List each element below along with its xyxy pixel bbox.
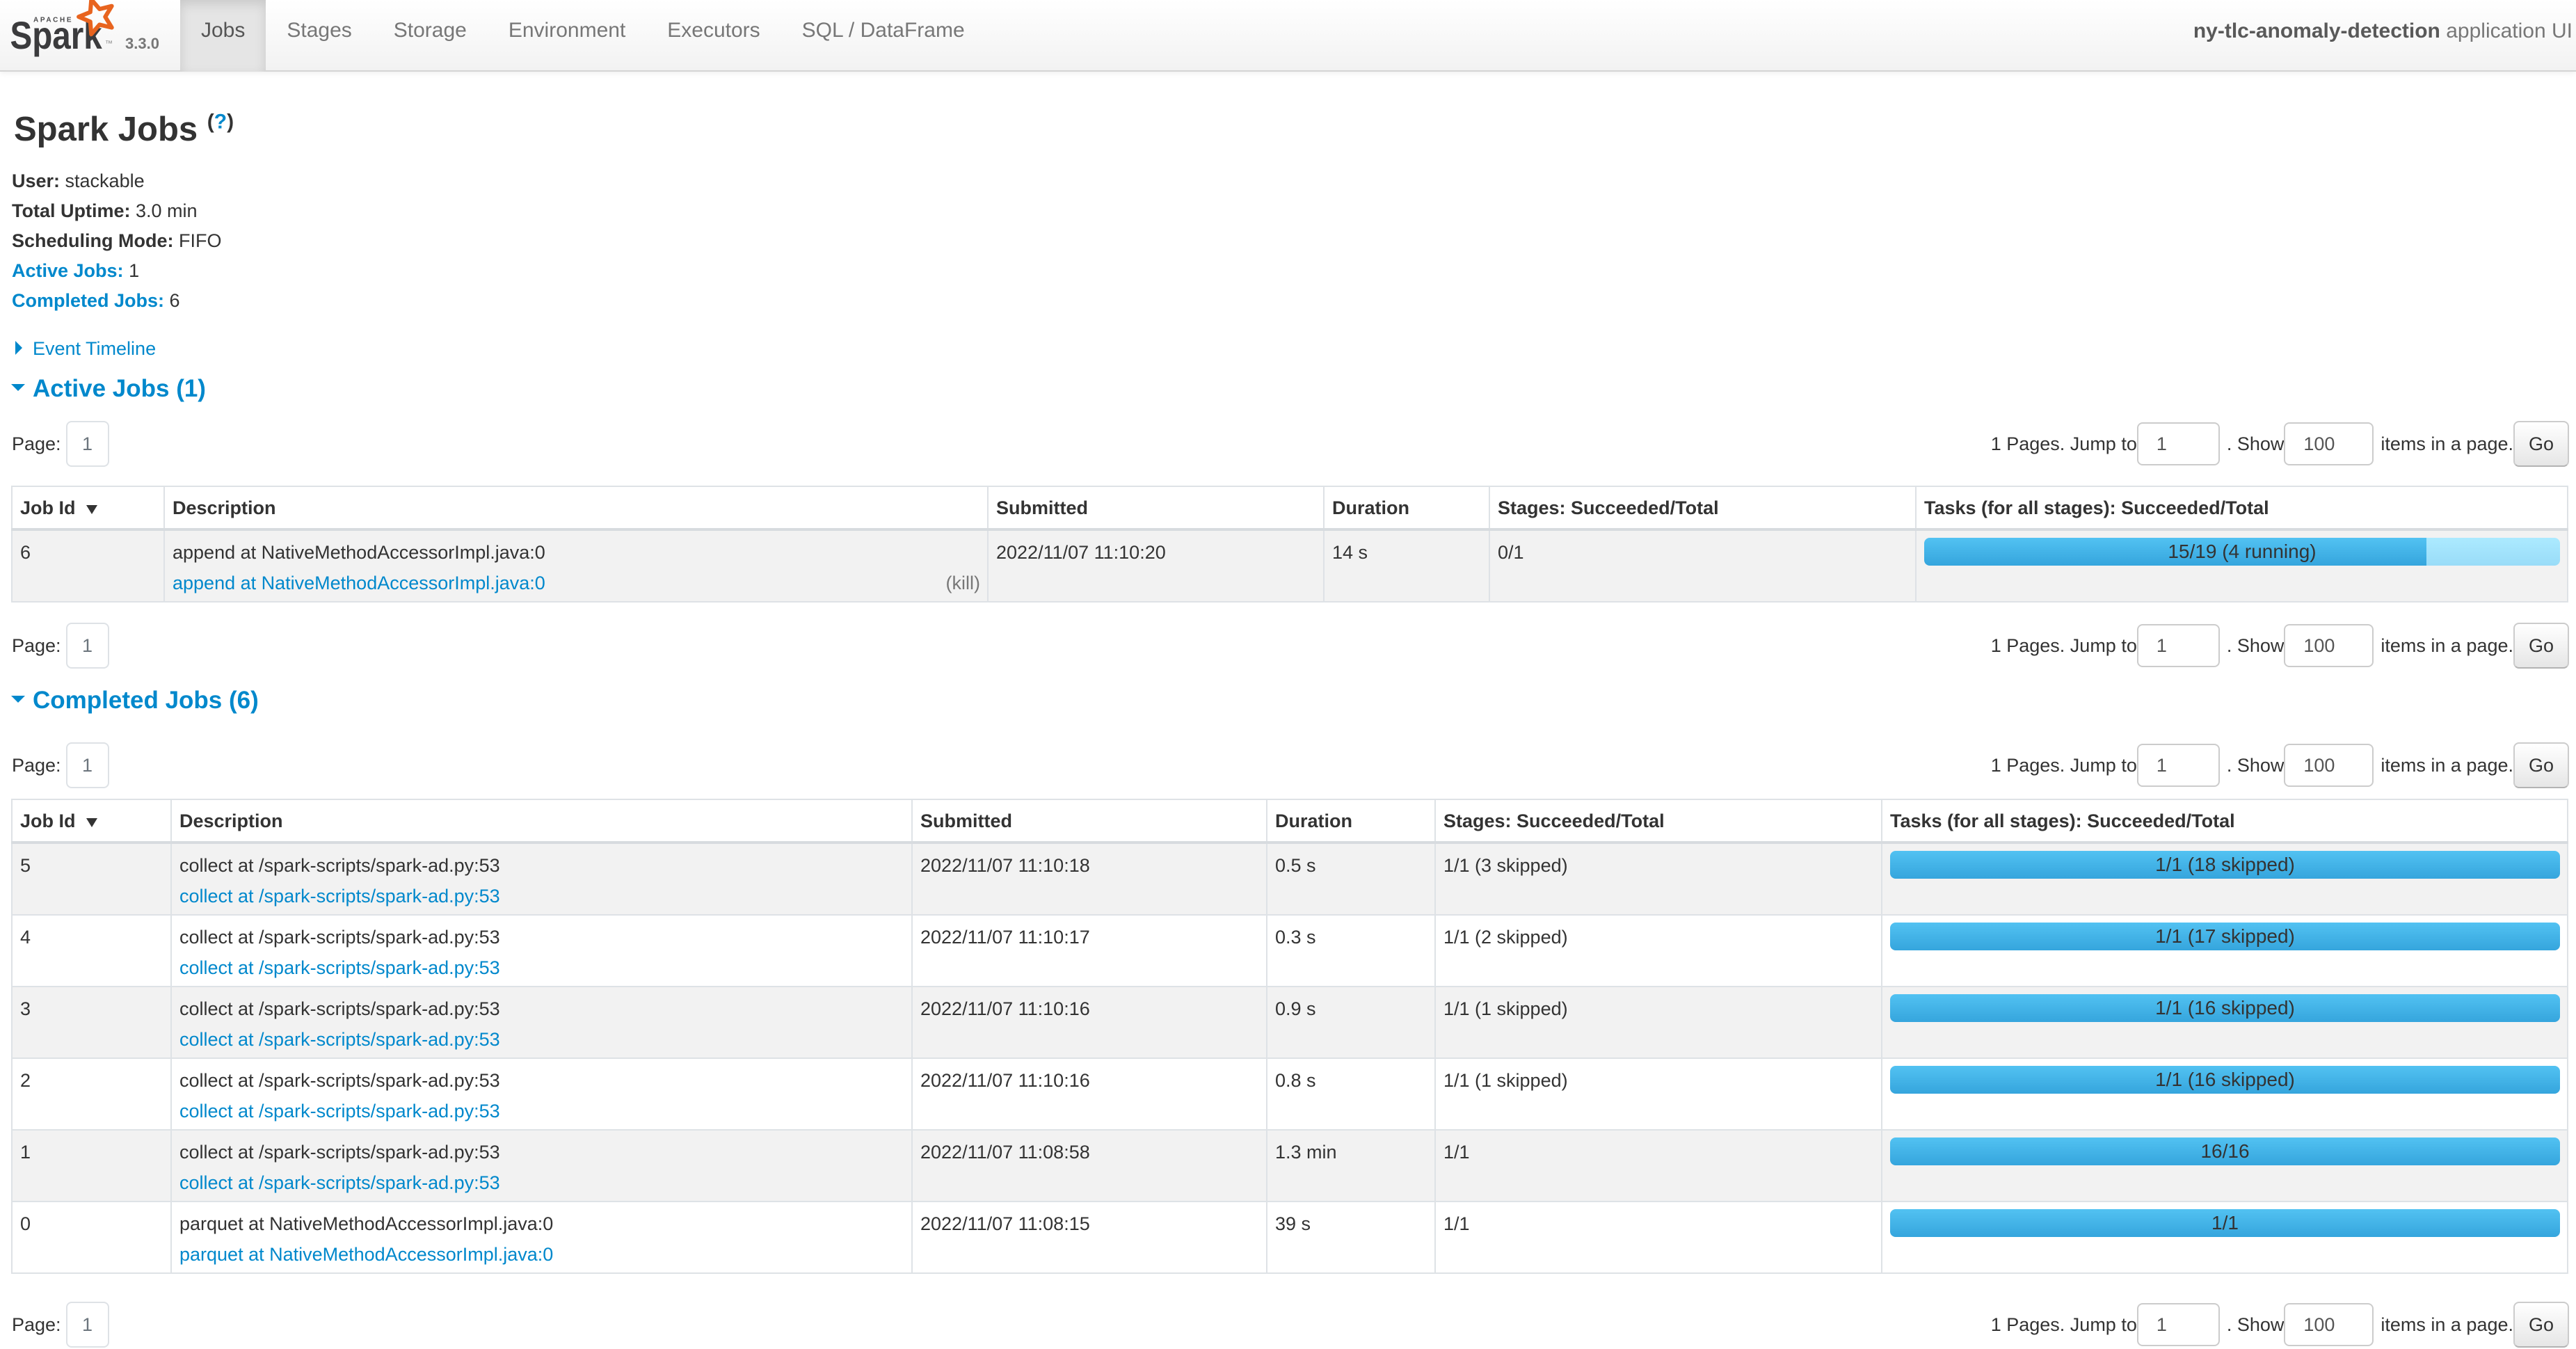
svg-text:™: ™ bbox=[105, 40, 113, 48]
